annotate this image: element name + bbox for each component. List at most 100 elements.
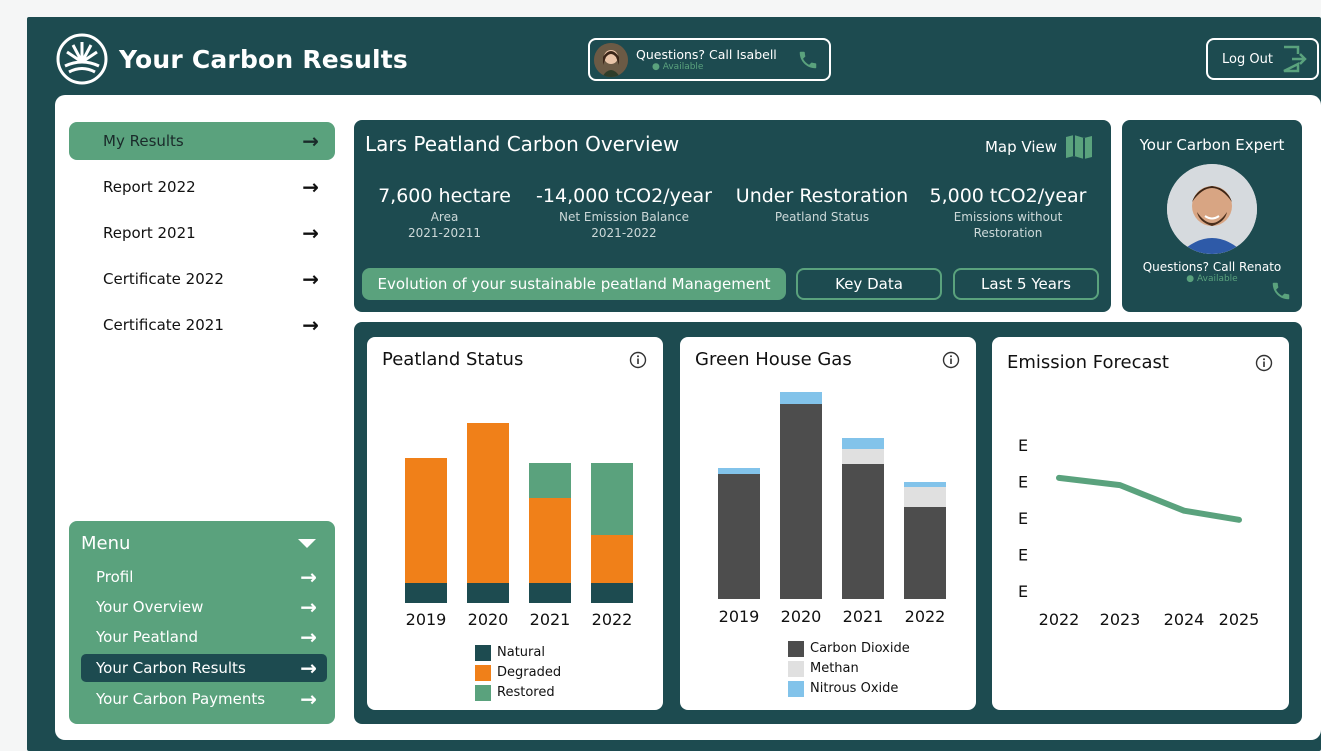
x-tick-label: 2022 [1039, 610, 1080, 629]
bar-degraded [591, 535, 633, 583]
map-icon [1066, 135, 1092, 159]
bar-nitrous-oxide [842, 438, 884, 449]
legend-item: Nitrous Oxide [788, 679, 910, 699]
legend-label: Restored [497, 685, 555, 700]
charts-panel: Peatland Status 2019 2020 2021 2022 Natural… [354, 322, 1302, 724]
kpi-emissions-without-restoration: 5,000 tCO2/year Emissions without Restorat… [924, 185, 1092, 241]
bar-restored [591, 463, 633, 535]
menu-item-carbon-results[interactable]: Your Carbon Results → [81, 654, 327, 682]
kpi-value: -14,000 tCO2/year [536, 185, 712, 207]
call-isabell-button[interactable]: Questions? Call Isabell ● Available [588, 38, 831, 81]
sidebar-item-certificate-2022[interactable]: Certificate 2022 → [69, 260, 335, 298]
bar-degraded [529, 498, 571, 583]
menu-item-label: Your Overview [96, 598, 204, 616]
x-tick-label: 2021 [843, 607, 884, 626]
last-5-years-tab[interactable]: Last 5 Years [953, 268, 1099, 300]
arrow-right-icon: → [300, 625, 317, 649]
sidebar-item-label: Certificate 2021 [103, 316, 224, 334]
kpi-label: Peatland Status [774, 210, 870, 224]
legend-swatch [788, 641, 804, 657]
caret-down-icon[interactable] [298, 539, 316, 548]
evolution-tab[interactable]: Evolution of your sustainable peatland M… [362, 268, 786, 300]
legend-swatch [788, 681, 804, 697]
arrow-right-icon: → [300, 656, 317, 680]
bar-nitrous-oxide [718, 468, 760, 474]
kpi-sublabel: Restoration [973, 226, 1043, 240]
bar-carbon-dioxide [718, 474, 760, 599]
legend-item: Carbon Dioxide [788, 639, 910, 659]
bar-carbon-dioxide [780, 404, 822, 599]
arrow-right-icon: → [302, 175, 319, 199]
y-tick-label: E [1018, 509, 1028, 528]
emission-forecast-chart: EEEEE2022 2023 2024 2025 [1018, 436, 1259, 629]
avatar [594, 42, 628, 77]
forecast-line [1056, 474, 1242, 523]
menu-item-profil[interactable]: Profil → [81, 563, 327, 591]
legend-item: Degraded [475, 663, 561, 683]
bar-degraded [405, 458, 447, 583]
leaf-logo-icon [56, 33, 108, 85]
sidebar-item-report-2021[interactable]: Report 2021 → [69, 214, 335, 252]
legend-label: Carbon Dioxide [810, 641, 910, 656]
sidebar-item-label: My Results [103, 132, 184, 150]
sidebar-item-certificate-2021[interactable]: Certificate 2021 → [69, 306, 335, 344]
x-tick-label: 2019 [406, 610, 447, 629]
x-tick-label: 2022 [592, 610, 633, 629]
sidebar-item-label: Report 2021 [103, 224, 196, 242]
x-tick-label: 2024 [1164, 610, 1205, 629]
menu-item-overview[interactable]: Your Overview → [81, 593, 327, 621]
x-tick-label: 2020 [781, 607, 822, 626]
logout-label: Log Out [1222, 51, 1273, 67]
arrow-right-icon: → [300, 687, 317, 711]
x-tick-label: 2019 [719, 607, 760, 626]
chart-legend: Natural Degraded Restored [475, 643, 561, 703]
greenhouse-gas-card: Green House Gas 2019 2020 2021 2022 Carbon … [680, 337, 976, 710]
sidebar-item-report-2022[interactable]: Report 2022 → [69, 168, 335, 206]
sidebar-item-my-results[interactable]: My Results → [69, 122, 335, 160]
kpi-label: Area [430, 210, 459, 224]
kpi-value: 5,000 tCO2/year [929, 185, 1087, 207]
kpi-value: 7,600 hectare [378, 185, 511, 207]
app-title: Your Carbon Results [119, 44, 409, 74]
arrow-right-icon: → [302, 267, 319, 291]
x-tick-label: 2023 [1100, 610, 1141, 629]
logout-icon [1283, 45, 1307, 73]
kpi-sublabel: 2021-2022 [591, 226, 657, 240]
kpi-label: Net Emission Balance [559, 210, 689, 224]
arrow-right-icon: → [302, 221, 319, 245]
kpi-label: Emissions without [953, 210, 1063, 224]
bar-restored [529, 463, 571, 498]
bar-carbon-dioxide [842, 464, 884, 599]
menu-item-label: Your Carbon Payments [96, 690, 266, 708]
legend-item: Restored [475, 683, 561, 703]
map-view-button[interactable]: Map View [985, 134, 1093, 160]
legend-swatch [475, 685, 491, 701]
bar-degraded [467, 423, 509, 583]
logout-button[interactable]: Log Out [1206, 38, 1319, 80]
emission-forecast-card: Emission Forecast E E E E E 2022 2023 2024 2025 [992, 337, 1289, 710]
menu-item-carbon-payments[interactable]: Your Carbon Payments → [81, 685, 327, 713]
bar-natural [405, 583, 447, 603]
legend-label: Degraded [497, 665, 562, 680]
legend-item: Natural [475, 643, 561, 663]
expert-title: Your Carbon Expert [1139, 136, 1285, 154]
key-data-tab[interactable]: Key Data [796, 268, 942, 300]
legend-label: Nitrous Oxide [810, 681, 899, 696]
menu-item-peatland[interactable]: Your Peatland → [81, 623, 327, 651]
menu-item-label: Your Peatland [96, 628, 198, 646]
bar-methan [842, 449, 884, 464]
peatland-status-card: Peatland Status 2019 2020 2021 2022 Natural… [367, 337, 663, 710]
arrow-right-icon: → [300, 565, 317, 589]
overview-panel: Lars Peatland Carbon Overview Map View 7… [354, 120, 1111, 312]
brand: Your Carbon Results [55, 32, 408, 86]
phone-icon[interactable] [1270, 280, 1292, 302]
bar-carbon-dioxide [904, 507, 946, 599]
arrow-right-icon: → [302, 129, 319, 153]
chart-legend: Carbon Dioxide Methan Nitrous Oxide [788, 639, 910, 699]
arrow-right-icon: → [302, 313, 319, 337]
carbon-expert-panel: Your Carbon Expert Questions? Call Renat… [1122, 120, 1302, 312]
kpi-net-emission: -14,000 tCO2/year Net Emission Balance 202… [530, 185, 718, 241]
menu-panel: Menu Profil → Your Overview → Your Peatlan… [69, 521, 335, 724]
bar-natural [591, 583, 633, 603]
expert-avatar [1167, 164, 1257, 254]
